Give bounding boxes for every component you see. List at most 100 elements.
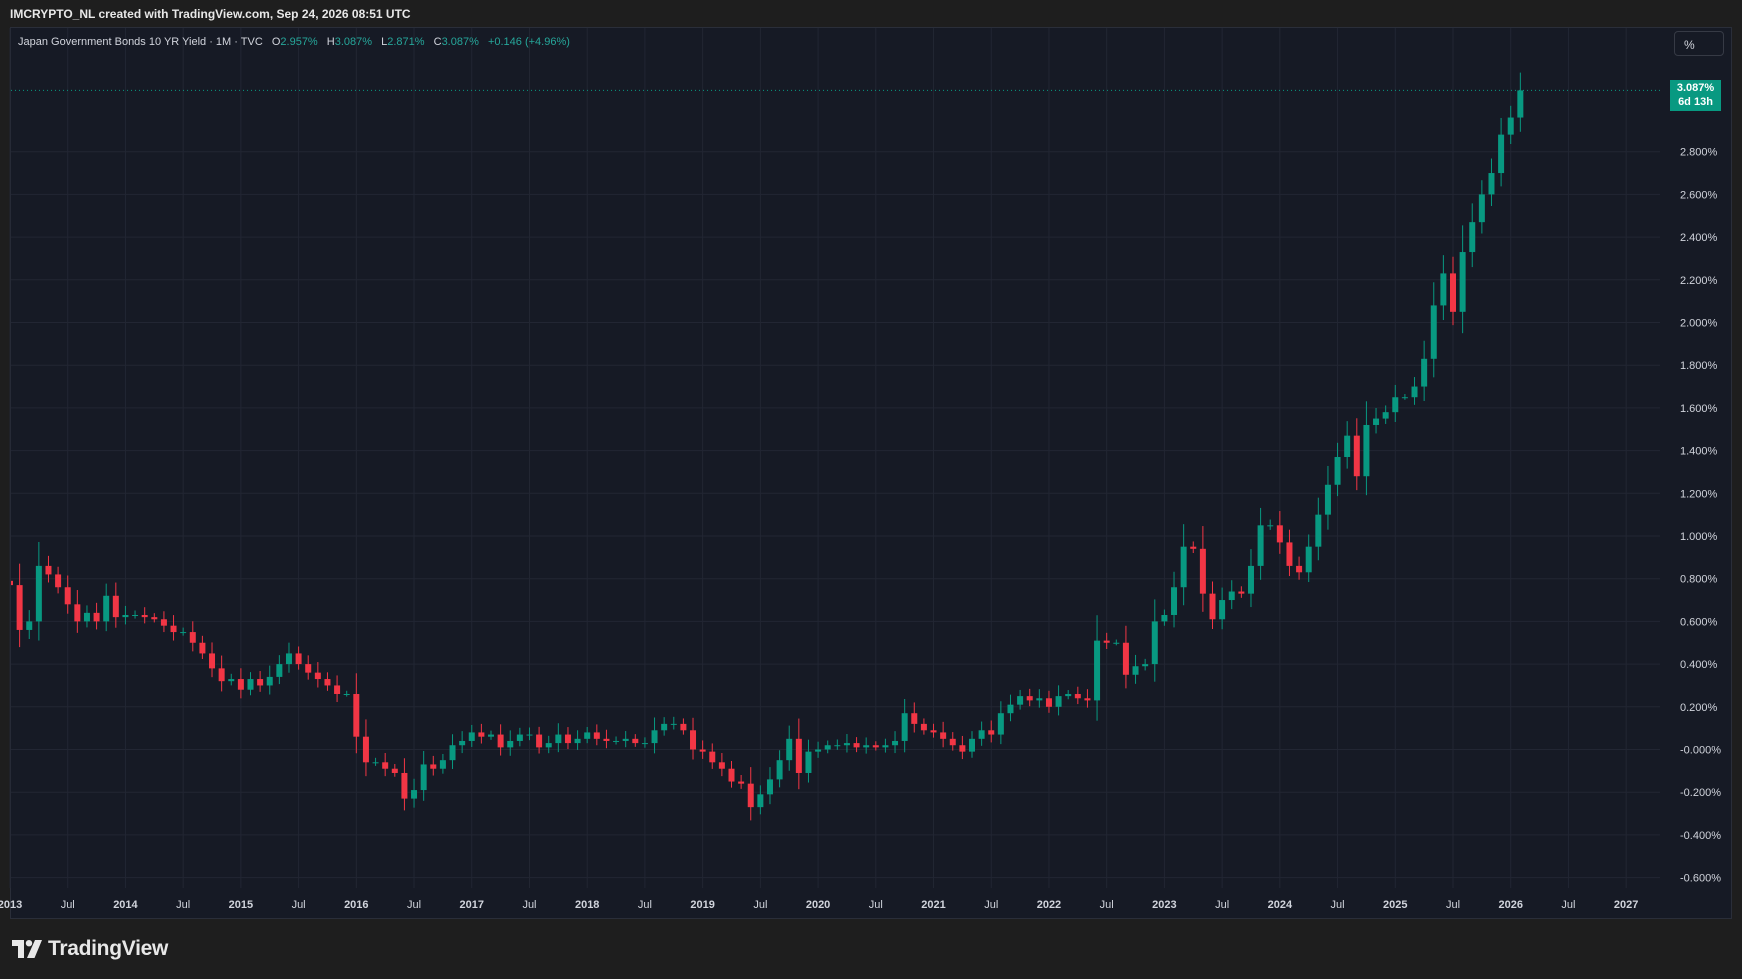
candle-body [1498,134,1505,174]
candle-body [151,617,158,620]
last-price-tag: 3.087% 6d 13h [1670,80,1721,111]
candle-body [237,679,244,690]
candle-body [622,738,629,741]
candle-body [613,740,620,742]
high-value: 3.087% [334,36,373,48]
y-tick-label: -0.400% [1680,830,1721,842]
candle-body [1238,591,1245,594]
y-tick-label: 1.200% [1680,488,1718,500]
y-tick-label: 2.200% [1680,275,1718,287]
candle-body [670,723,677,725]
candle-body [1421,358,1428,387]
candle-body [930,730,937,733]
close-value: 3.087% [441,36,479,48]
candle-body [997,713,1004,735]
candle-body [1199,548,1206,594]
candle-body [536,734,543,748]
candle-body [1488,173,1495,195]
candle-body [16,585,23,630]
x-tick-label: Jul [1331,899,1345,911]
candle-body [468,732,475,741]
y-tick-label: 2.800% [1680,147,1718,159]
candle-body [757,794,764,808]
candle-body [738,781,745,784]
candle-body [1401,397,1408,399]
symbol-legend: Japan Government Bonds 10 YR Yield · 1M … [18,36,570,48]
candle-body [276,664,283,677]
candle-body [1055,696,1062,707]
candle-body [776,760,783,780]
x-tick-label: 2023 [1152,899,1176,911]
candle-body [430,764,437,769]
x-tick-label: 2025 [1383,899,1407,911]
candle-body [632,738,639,744]
x-tick-label: 2015 [229,899,253,911]
candle-body [507,740,514,748]
brand-name: TradingView [48,937,169,960]
candle-body [209,653,216,669]
y-tick-label: 2.600% [1680,189,1718,201]
x-tick-label: Jul [638,899,652,911]
candle-body [1392,397,1399,413]
x-tick-label: Jul [753,899,767,911]
candle-body [353,693,360,737]
candle-body [651,730,658,744]
candle-body [1190,546,1197,549]
candle-body [1315,514,1322,547]
candle-body [843,743,850,746]
candle-body [1469,222,1476,253]
candle-body [1219,600,1226,620]
candle-body [940,732,947,739]
candle-body [1344,435,1351,458]
candle-body [228,679,235,682]
candle-body [1296,565,1303,573]
candle-body [1305,546,1312,573]
candles [11,72,1524,821]
candle-body [815,749,822,752]
candle-body [574,738,581,744]
high-label: H [326,36,335,48]
candle-body [728,768,735,782]
y-tick-label: 1.600% [1680,403,1718,415]
x-tick-label: Jul [1446,899,1460,911]
candle-body [372,762,379,764]
candle-body [1180,546,1187,588]
x-tick-label: Jul [292,899,306,911]
candle-body [603,738,610,741]
x-tick-label: 2018 [575,899,599,911]
y-tick-label: 1.000% [1680,531,1718,543]
candle-body [747,783,754,808]
candle-body [959,745,966,752]
close-label: C [433,36,442,48]
candle-body [1382,412,1389,419]
candle-body [901,713,908,741]
y-tick-label: 0.400% [1680,659,1718,671]
candle-body [45,565,52,575]
x-tick-label: 2017 [460,899,484,911]
candle-body [1440,273,1447,306]
candlestick-chart[interactable]: 2.800% 2.600% 2.400% 2.200% 2.000% 1.800% 1.60… [0,0,1742,979]
candle-body [593,732,600,739]
low-value: 2.871% [387,36,425,48]
candle-body [160,619,167,626]
candle-body [112,595,119,618]
candle-body [1286,542,1293,566]
symbol-title: Japan Government Bonds 10 YR Yield · 1M … [18,36,263,48]
candle-body [1045,698,1052,707]
percent-scale-button[interactable]: % [1674,31,1724,56]
x-tick-label: 2027 [1614,899,1638,911]
tradingview-logo[interactable]: TradingView [12,937,168,961]
candle-body [1007,704,1014,714]
x-tick-label: 2014 [113,899,138,911]
candle-body [718,762,725,769]
candle-body [170,625,177,633]
x-tick-label: 2021 [921,899,945,911]
candle-body [26,621,33,630]
candle-body [1363,424,1370,477]
candle-body [1094,640,1101,701]
x-tick-label: Jul [984,899,998,911]
candle-body [1017,696,1024,705]
y-tick-label: 2.400% [1680,232,1718,244]
candle-body [555,734,562,744]
candle-body [516,734,523,741]
